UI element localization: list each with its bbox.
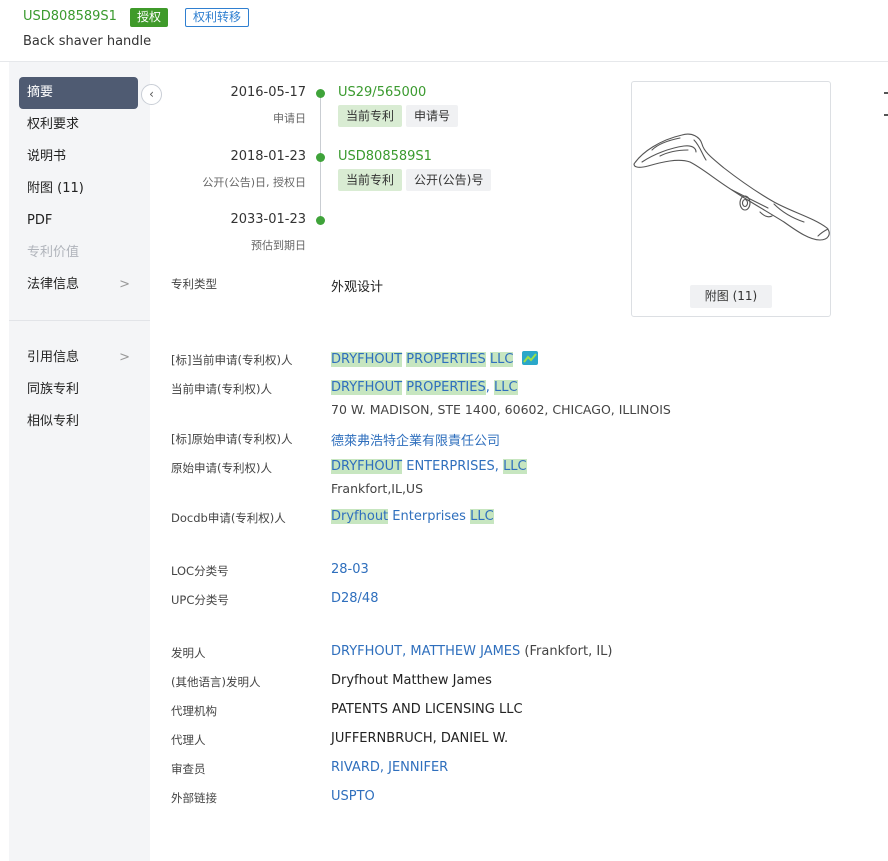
field-label: [标]原始申请(专利权)人 bbox=[171, 432, 293, 446]
sidebar-item-label: 同族专利 bbox=[27, 382, 80, 397]
assignee-part[interactable]: DRYFHOUT bbox=[331, 459, 403, 474]
examiner-value[interactable]: RIVARD, JENNIFER bbox=[331, 760, 448, 775]
field-label: UPC分类号 bbox=[171, 593, 229, 607]
sidebar-item-label: 法律信息 bbox=[27, 277, 80, 292]
publication-number[interactable]: USD808589S1 bbox=[338, 149, 432, 164]
sidebar-item-label: 附图 (11) bbox=[27, 181, 84, 196]
sidebar-item-similar[interactable]: 相似专利 bbox=[19, 406, 138, 438]
chevron-right-icon: > bbox=[119, 277, 130, 292]
sidebar-item-label: 说明书 bbox=[27, 149, 67, 164]
field-label: LOC分类号 bbox=[171, 564, 229, 578]
sidebar-item-family[interactable]: 同族专利 bbox=[19, 374, 138, 406]
sidebar-item-citations[interactable]: 引用信息 > bbox=[19, 342, 138, 374]
publication-date: 2018-01-23 bbox=[230, 149, 306, 164]
agent-value: JUFFERNBRUCH, DANIEL W. bbox=[331, 731, 509, 746]
sidebar-item-patent-value: 专利价值 bbox=[19, 237, 138, 269]
timeline-dot bbox=[316, 216, 325, 225]
current-assignee-value[interactable]: DRYFHOUT PROPERTIES, LLC bbox=[331, 380, 518, 395]
current-patent-tag: 当前专利 bbox=[338, 105, 403, 127]
sidebar-item-legal-info[interactable]: 法律信息 > bbox=[19, 269, 138, 301]
field-label: 原始申请(专利权)人 bbox=[171, 461, 272, 475]
sidebar-item-label: 权利要求 bbox=[27, 117, 80, 132]
sidebar-item-pdf[interactable]: PDF bbox=[19, 205, 138, 237]
assignee-part[interactable]: LLC bbox=[494, 380, 518, 395]
assignee-part[interactable]: PROPERTIES bbox=[406, 352, 486, 367]
publication-number-tag: 公开(公告)号 bbox=[406, 169, 492, 191]
inventor-location: (Frankfort, IL) bbox=[524, 644, 613, 659]
upc-class-value[interactable]: D28/48 bbox=[331, 591, 378, 606]
expiry-date-label: 预估到期日 bbox=[251, 239, 306, 252]
figure-caption[interactable]: 附图 (11) bbox=[690, 285, 772, 308]
pub-number[interactable]: USD808589S1 bbox=[23, 9, 117, 24]
original-assignee-value[interactable]: DRYFHOUT ENTERPRISES, LLC bbox=[331, 459, 527, 474]
field-label: 代理人 bbox=[171, 733, 206, 747]
expiry-date: 2033-01-23 bbox=[230, 212, 306, 227]
assignee-part[interactable]: LLC bbox=[489, 352, 514, 367]
sidebar-item-claims[interactable]: 权利要求 bbox=[19, 109, 138, 141]
sidebar-item-figures[interactable]: 附图 (11) bbox=[19, 173, 138, 205]
field-label: 发明人 bbox=[171, 646, 206, 660]
assignee-part[interactable]: ENTERPRISES bbox=[406, 459, 495, 474]
assignee-part[interactable]: LLC bbox=[470, 509, 494, 524]
timeline-dot bbox=[316, 153, 325, 162]
sidebar-item-description[interactable]: 说明书 bbox=[19, 141, 138, 173]
sidebar-item-abstract[interactable]: 摘要 bbox=[19, 77, 138, 109]
patent-header: USD808589S1 授权 权利转移 Back shaver handle bbox=[0, 0, 888, 62]
field-label: 专利类型 bbox=[171, 277, 217, 291]
sidebar-item-label: 相似专利 bbox=[27, 414, 80, 429]
patent-type-value: 外观设计 bbox=[331, 280, 384, 295]
field-label: 外部链接 bbox=[171, 791, 217, 805]
current-patent-tag: 当前专利 bbox=[338, 169, 403, 191]
edge-mark bbox=[884, 114, 888, 116]
chevron-right-icon: > bbox=[119, 350, 130, 365]
assignee-part[interactable]: DRYFHOUT bbox=[331, 380, 403, 395]
std-current-assignee-value[interactable]: DRYFHOUT PROPERTIES LLC bbox=[331, 351, 538, 367]
transfer-badge[interactable]: 权利转移 bbox=[185, 8, 250, 27]
assignee-part[interactable]: Dryfhout bbox=[331, 509, 389, 524]
field-label: [标]当前申请(专利权)人 bbox=[171, 353, 293, 367]
sidebar-item-label: PDF bbox=[27, 213, 53, 228]
status-badge: 授权 bbox=[130, 8, 169, 27]
application-number-tag: 申请号 bbox=[406, 105, 459, 127]
shaver-handle-drawing bbox=[633, 133, 830, 241]
field-label: Docdb申请(专利权)人 bbox=[171, 511, 286, 525]
figure-card[interactable]: 附图 (11) bbox=[631, 81, 831, 317]
sidebar-item-label: 摘要 bbox=[27, 85, 54, 100]
original-assignee-address: Frankfort,IL,US bbox=[331, 481, 424, 496]
sidebar-item-label: 专利价值 bbox=[27, 245, 80, 260]
application-date: 2016-05-17 bbox=[230, 85, 306, 100]
publication-date-label: 公开(公告)日, 授权日 bbox=[202, 176, 306, 189]
agency-value: PATENTS AND LICENSING LLC bbox=[331, 702, 523, 717]
application-number[interactable]: US29/565000 bbox=[338, 85, 426, 100]
assignee-part[interactable]: Enterprises bbox=[392, 509, 466, 524]
edge-mark bbox=[884, 92, 888, 94]
chevron-left-icon[interactable]: ‹ bbox=[141, 84, 162, 105]
assignee-part[interactable]: PROPERTIES bbox=[406, 380, 486, 395]
inventor-value[interactable]: DRYFHOUT, MATTHEW JAMES (Frankfort, IL) bbox=[331, 644, 613, 659]
inventor-other-lang-value: Dryfhout Matthew James bbox=[331, 673, 492, 688]
uspto-link[interactable]: USPTO bbox=[331, 789, 375, 804]
application-date-label: 申请日 bbox=[273, 112, 306, 125]
std-original-assignee-value[interactable]: 德萊弗浩特企業有限責任公司 bbox=[331, 430, 500, 449]
field-label: 代理机构 bbox=[171, 704, 217, 718]
timeline-dot bbox=[316, 89, 325, 98]
inventor-name[interactable]: DRYFHOUT, MATTHEW JAMES bbox=[331, 644, 520, 659]
trend-chart-icon[interactable] bbox=[521, 351, 538, 365]
assignee-part[interactable]: DRYFHOUT bbox=[331, 352, 403, 367]
sidebar-item-label: 引用信息 bbox=[27, 350, 80, 365]
field-label: 当前申请(专利权)人 bbox=[171, 382, 272, 396]
docdb-assignee-value[interactable]: Dryfhout Enterprises LLC bbox=[331, 509, 494, 524]
loc-class-value[interactable]: 28-03 bbox=[331, 562, 369, 577]
current-assignee-address: 70 W. MADISON, STE 1400, 60602, CHICAGO,… bbox=[331, 402, 671, 417]
sidebar-divider bbox=[9, 320, 150, 321]
patent-title: Back shaver handle bbox=[23, 34, 152, 49]
field-label: (其他语言)发明人 bbox=[171, 675, 261, 689]
sidebar: 摘要 权利要求 说明书 附图 (11) PDF 专利价值 法律信息 > 引用信息 >… bbox=[9, 62, 150, 861]
assignee-part[interactable]: LLC bbox=[503, 459, 527, 474]
field-label: 审查员 bbox=[171, 762, 206, 776]
